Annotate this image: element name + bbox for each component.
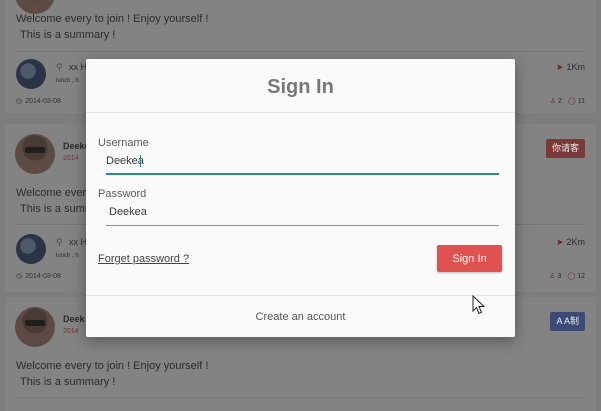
card-summary: Welcome every to join ! Enjoy yourself ! [16, 360, 209, 372]
card-summary: Welcome every to join ! Enjoy yourself ! [16, 13, 209, 25]
mouse-cursor-icon [472, 295, 486, 315]
comment-icon: ◯ [567, 98, 576, 105]
comment-count: 11 [577, 98, 585, 105]
location-name: xx H [69, 62, 87, 72]
divider [16, 51, 585, 52]
location-thumbnail [16, 234, 46, 264]
sign-in-dialog: Sign In Username Password Forget passwor… [86, 59, 515, 337]
clock-icon: ◷ [16, 273, 23, 280]
username-underline [106, 173, 499, 175]
location-sub: lunch , h [56, 253, 79, 259]
divider [86, 112, 515, 113]
card-stats: ♙ 2 ◯ 11 [544, 97, 585, 105]
people-icon: ♙ [549, 273, 556, 280]
location-thumbnail [16, 59, 46, 89]
participant-count: 2 [557, 98, 562, 105]
avatar[interactable] [15, 134, 55, 174]
distance-value: 2Km [566, 237, 585, 247]
comment-count: 12 [577, 273, 585, 280]
text-caret [140, 155, 141, 167]
location-pin-icon: ⚲ [56, 62, 63, 72]
user-sub: 2014 [63, 155, 79, 162]
user-name: Deek [63, 314, 85, 324]
sign-in-button[interactable]: Sign In [437, 245, 502, 272]
distance-value: 1Km [566, 62, 585, 72]
card-stats: ♙ 3 ◯ 12 [543, 272, 585, 280]
password-field[interactable] [109, 201, 499, 223]
username-field[interactable] [106, 150, 499, 172]
navigation-arrow-icon: ➤ [555, 62, 564, 72]
password-label: Password [98, 188, 147, 200]
user-sub: 2014 [63, 328, 79, 335]
participant-count: 3 [557, 273, 562, 280]
location-sub: lunch , h [56, 78, 79, 84]
clock-icon: ◷ [16, 98, 23, 105]
password-underline [106, 225, 499, 226]
dialog-title: Sign In [267, 76, 334, 98]
status-badge: A A制 [550, 312, 585, 331]
navigation-arrow-icon: ➤ [555, 237, 564, 247]
distance: ➤ 1Km [556, 62, 585, 73]
create-account-button[interactable]: Create an account [86, 296, 515, 337]
avatar[interactable] [15, 307, 55, 347]
card-summary-2: This is a summary ! [20, 29, 116, 41]
people-icon: ♙ [549, 98, 556, 105]
comment-icon: ◯ [567, 273, 576, 280]
location-pin-icon: ⚲ [56, 237, 63, 247]
divider [16, 397, 585, 398]
username-label: Username [98, 137, 149, 149]
forgot-password-link[interactable]: Forget password ? [98, 253, 189, 265]
location-name: xx H [69, 237, 87, 247]
distance: ➤ 2Km [556, 237, 585, 248]
event-date: 2014-03-08 [25, 98, 61, 105]
event-date: 2014-03-08 [25, 273, 61, 280]
card-summary-2: This is a summary ! [20, 376, 116, 388]
status-badge: 你请客 [545, 139, 585, 158]
